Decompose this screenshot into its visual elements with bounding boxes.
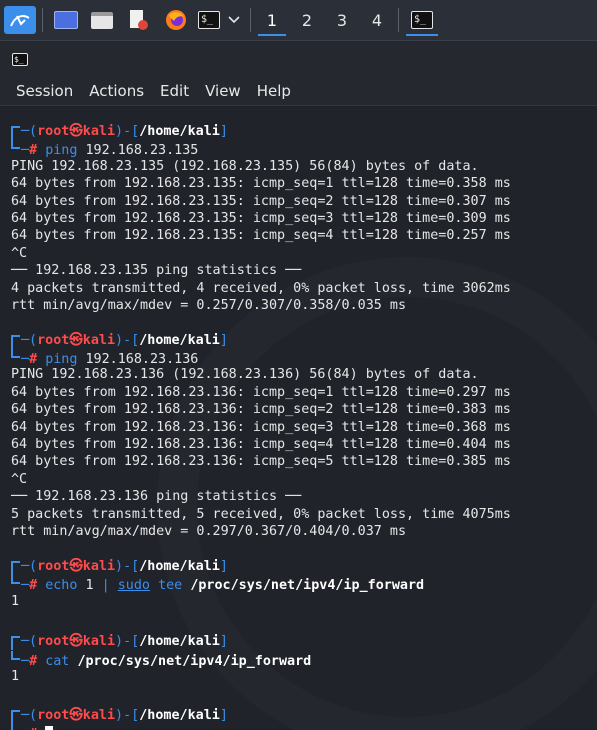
output-line: 1 — [11, 593, 20, 609]
prompt-line: ─(root㉿kali)-[/home/kali] — [11, 332, 511, 349]
show-desktop-icon[interactable] — [52, 6, 80, 34]
output-line: 64 bytes from 192.168.23.136: icmp_seq=1… — [11, 384, 511, 400]
text-editor-icon[interactable] — [124, 6, 152, 34]
menu-bar: Session Actions Edit View Help — [0, 77, 597, 106]
menu-edit[interactable]: Edit — [152, 82, 197, 100]
output-line: 64 bytes from 192.168.23.136: icmp_seq=5… — [11, 454, 511, 470]
screen: $_ 1 2 3 4 $_ $_ Session Actions Edit Vi… — [0, 0, 597, 730]
prompt-line: ─(root㉿kali)-[/home/kali] — [11, 707, 511, 724]
output-line: rtt min/avg/max/mdev = 0.297/0.367/0.404… — [11, 523, 407, 539]
output-line: 64 bytes from 192.168.23.136: icmp_seq=2… — [11, 402, 511, 418]
command-line: ─# ping 192.168.23.136 — [11, 349, 511, 367]
taskbar-separator — [250, 8, 251, 32]
output-line: 4 packets transmitted, 4 received, 0% pa… — [11, 280, 511, 296]
prompt-line: ─(root㉿kali)-[/home/kali] — [11, 558, 511, 575]
output-line: PING 192.168.23.136 (192.168.23.136) 56(… — [11, 367, 479, 383]
command-line: ─# cat /proc/sys/net/ipv4/ip_forward — [11, 650, 511, 669]
window-terminal-icon: $_ — [12, 53, 28, 66]
output-line: 64 bytes from 192.168.23.135: icmp_seq=2… — [11, 193, 511, 209]
output-line: ── 192.168.23.136 ping statistics ── — [11, 489, 302, 505]
prompt-line: ─(root㉿kali)-[/home/kali] — [11, 123, 511, 140]
terminal-task-icon[interactable]: $_ — [406, 6, 438, 36]
prompt-line: ─(root㉿kali)-[/home/kali] — [11, 633, 511, 651]
output-line: rtt min/avg/max/mdev = 0.257/0.307/0.358… — [11, 297, 407, 313]
output-line: ── 192.168.23.135 ping statistics ── — [11, 263, 302, 279]
command-line: ─# echo 1 | sudo tee /proc/sys/net/ipv4/… — [11, 575, 511, 593]
title-bar[interactable]: $_ — [0, 41, 597, 77]
output-line: 64 bytes from 192.168.23.135: icmp_seq=4… — [11, 228, 511, 244]
output-line: PING 192.168.23.135 (192.168.23.135) 56(… — [11, 158, 479, 174]
output-line: 64 bytes from 192.168.23.136: icmp_seq=4… — [11, 437, 511, 453]
output-line: 64 bytes from 192.168.23.135: icmp_seq=3… — [11, 210, 511, 226]
output-line: 1 — [11, 669, 20, 685]
terminal-output[interactable]: ─(root㉿kali)-[/home/kali] ─# ping 192.16… — [0, 107, 597, 730]
command-line[interactable]: ─# — [11, 724, 511, 730]
command-line: ─# ping 192.168.23.135 — [11, 140, 511, 158]
taskbar: $_ 1 2 3 4 $_ — [0, 0, 597, 41]
taskbar-separator — [398, 8, 399, 32]
terminal-lines: ─(root㉿kali)-[/home/kali] ─# ping 192.16… — [11, 123, 511, 730]
firefox-icon[interactable] — [162, 6, 190, 34]
output-line: ^C — [11, 245, 28, 261]
terminal-icon[interactable]: $_ — [196, 6, 222, 34]
terminal-task-glyph: $_ — [411, 11, 433, 29]
menu-session[interactable]: Session — [0, 82, 81, 100]
workspace-2[interactable]: 2 — [293, 6, 321, 34]
output-line: 5 packets transmitted, 5 received, 0% pa… — [11, 506, 511, 522]
file-manager-icon[interactable] — [88, 6, 116, 34]
workspace-4[interactable]: 4 — [363, 6, 391, 34]
workspace-1[interactable]: 1 — [258, 6, 286, 36]
output-line: 64 bytes from 192.168.23.136: icmp_seq=3… — [11, 419, 511, 435]
terminal-window: $_ Session Actions Edit View Help ─(root… — [0, 41, 597, 730]
terminal-glyph: $_ — [198, 11, 220, 29]
output-line: ^C — [11, 471, 28, 487]
menu-view[interactable]: View — [197, 82, 249, 100]
menu-help[interactable]: Help — [249, 82, 299, 100]
workspace-3[interactable]: 3 — [328, 6, 356, 34]
chevron-down-icon[interactable] — [226, 6, 242, 34]
taskbar-separator — [42, 8, 43, 32]
menu-actions[interactable]: Actions — [81, 82, 152, 100]
output-line: 64 bytes from 192.168.23.135: icmp_seq=1… — [11, 176, 511, 192]
kali-menu-icon[interactable] — [4, 6, 36, 34]
text-cursor — [45, 726, 54, 730]
